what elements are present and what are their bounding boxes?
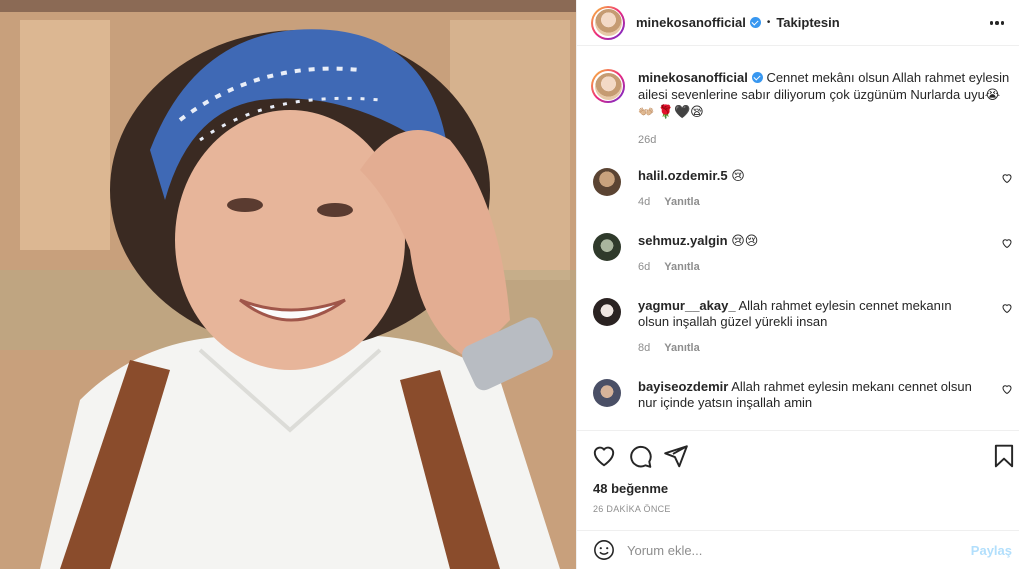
post-actions: 48 beğenme 26 DAKİKA ÖNCE	[577, 430, 1019, 530]
comment-bubble-icon[interactable]	[627, 443, 653, 469]
comment-item: yagmur__akay_ Allah rahmet eylesin cenne…	[593, 298, 1013, 354]
comment-avatar[interactable]	[593, 298, 621, 326]
post-photo	[0, 0, 576, 569]
save-bookmark-icon[interactable]	[991, 443, 1017, 469]
like-heart-icon[interactable]	[591, 443, 617, 469]
comment-username[interactable]: halil.ozdemir.5	[638, 168, 728, 183]
post-caption: minekosanofficial Cennet mekânı olsun Al…	[591, 69, 1011, 146]
more-options-icon[interactable]	[986, 12, 1008, 34]
add-comment-bar: Paylaş	[577, 530, 1019, 569]
separator-dot: •	[766, 17, 771, 28]
comment-age: 4d	[638, 196, 651, 208]
verified-badge-icon	[749, 17, 761, 28]
reply-button[interactable]: Yanıtla	[664, 342, 699, 354]
like-comment-icon[interactable]	[1001, 383, 1013, 395]
caption-username[interactable]: minekosanofficial	[638, 70, 748, 85]
comment-avatar[interactable]	[593, 168, 621, 196]
comment-text: 😢	[731, 168, 745, 183]
comment-item: sehmuz.yalgin 😢😢 6d Yanıtla	[593, 233, 1013, 273]
comments-list[interactable]: minekosanofficial Cennet mekânı olsun Al…	[577, 47, 1019, 430]
reply-button[interactable]: Yanıtla	[664, 196, 699, 208]
comment-avatar[interactable]	[593, 379, 621, 407]
post-details-panel: minekosanofficial • Takiptesin minekosan…	[576, 0, 1019, 569]
comment-avatar[interactable]	[593, 233, 621, 261]
post-header: minekosanofficial • Takiptesin	[577, 0, 1019, 46]
comment-text: 😢😢	[731, 233, 759, 248]
author-username[interactable]: minekosanofficial	[636, 15, 761, 30]
comment-username[interactable]: yagmur__akay_	[638, 298, 736, 313]
comment-input[interactable]	[627, 542, 947, 558]
like-comment-icon[interactable]	[1001, 302, 1013, 314]
post-photo-illustration	[0, 0, 576, 569]
post-comment-button[interactable]: Paylaş	[971, 543, 1012, 558]
comment-age: 6d	[638, 261, 651, 273]
comment-item: halil.ozdemir.5 😢 4d Yanıtla	[593, 168, 1013, 208]
verified-badge-icon	[751, 72, 763, 83]
comment-username[interactable]: bayiseozdemir	[638, 379, 728, 394]
reply-button[interactable]: Yanıtla	[664, 261, 699, 273]
caption-age: 26d	[638, 134, 657, 146]
like-comment-icon[interactable]	[1001, 237, 1013, 249]
comment-item: bayiseozdemir Allah rahmet eylesin mekan…	[593, 379, 1013, 411]
caption-author-avatar[interactable]	[591, 69, 625, 103]
like-count[interactable]: 48 beğenme	[593, 481, 668, 496]
following-button[interactable]: Takiptesin	[776, 15, 839, 30]
comment-username[interactable]: sehmuz.yalgin	[638, 233, 728, 248]
comment-age: 8d	[638, 342, 651, 354]
share-send-icon[interactable]	[663, 443, 689, 469]
like-comment-icon[interactable]	[1001, 172, 1013, 184]
post-timestamp[interactable]: 26 DAKİKA ÖNCE	[593, 504, 671, 514]
emoji-picker-icon[interactable]	[593, 539, 615, 561]
author-avatar[interactable]	[591, 5, 625, 40]
